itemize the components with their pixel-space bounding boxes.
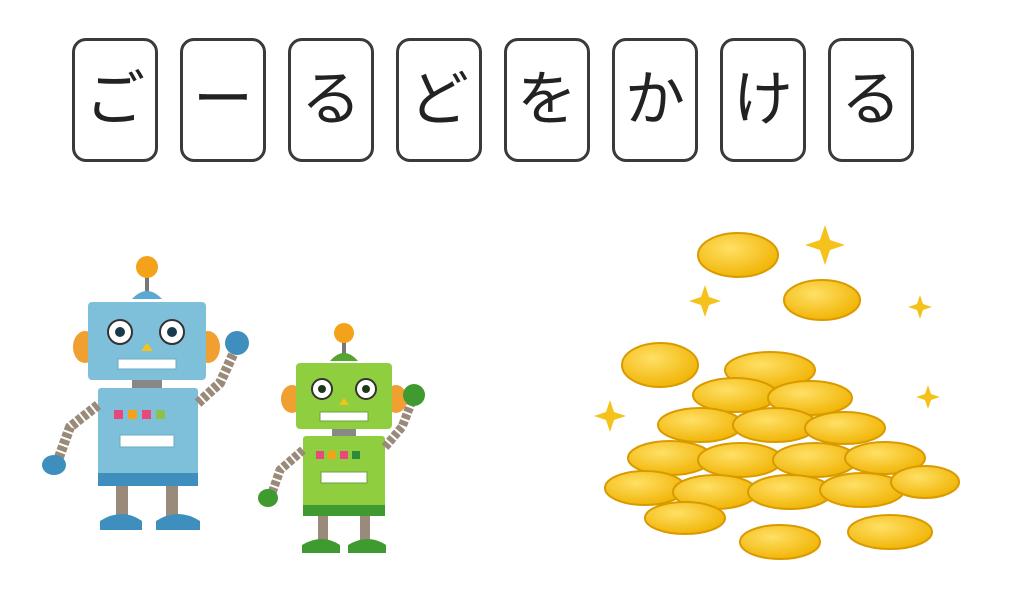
- title-card: を: [504, 38, 590, 162]
- title-card-char: ご: [85, 65, 145, 135]
- title-card: る: [828, 38, 914, 162]
- blue-robot: [42, 256, 249, 530]
- robots-icon: [42, 256, 425, 553]
- title-card-char: ー: [193, 65, 253, 135]
- title-cards: ご ー る ど を か け る: [72, 38, 914, 162]
- title-card: ご: [72, 38, 158, 162]
- title-card-char: を: [517, 65, 577, 135]
- title-card-char: ど: [409, 65, 469, 135]
- green-robot: [258, 323, 425, 553]
- title-card: ー: [180, 38, 266, 162]
- title-card: る: [288, 38, 374, 162]
- title-card-char: か: [625, 65, 685, 135]
- title-card-char: る: [841, 65, 901, 135]
- robots-illustration: [40, 255, 460, 560]
- gold-coins-icon: [594, 225, 960, 560]
- title-card-char: る: [301, 65, 361, 135]
- coins-illustration: [590, 220, 970, 570]
- title-card: か: [612, 38, 698, 162]
- title-card: け: [720, 38, 806, 162]
- title-card-char: け: [733, 65, 793, 135]
- title-card: ど: [396, 38, 482, 162]
